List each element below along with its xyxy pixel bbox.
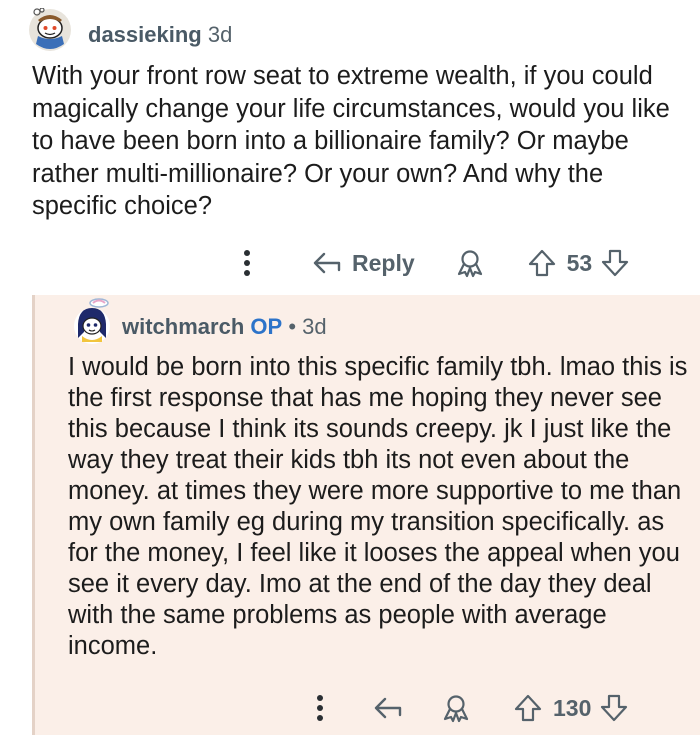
comment-actions: Reply 53 (232, 244, 630, 282)
comment-body: I would be born into this specific famil… (68, 353, 688, 660)
parent-comment: dassieking 3d With your front row seat t… (0, 0, 700, 295)
upvote-button[interactable] (527, 248, 557, 278)
more-options-icon (317, 695, 323, 721)
downvote-button[interactable] (600, 248, 630, 278)
downvote-button[interactable] (599, 693, 629, 723)
vote-score: 53 (566, 249, 593, 276)
comment-age: 3d (302, 314, 327, 339)
snoo-avatar-icon (74, 298, 110, 344)
reply-comment: witchmarch OP • 3d I would be born into … (32, 295, 700, 735)
upvote-button[interactable] (513, 693, 543, 723)
comment-thread: dassieking 3d With your front row seat t… (0, 0, 700, 735)
snoo-avatar-icon (29, 7, 71, 51)
avatar[interactable] (28, 7, 72, 52)
avatar[interactable] (69, 298, 115, 346)
upvote-icon (528, 249, 555, 277)
award-button[interactable] (441, 693, 471, 723)
vote-score: 130 (553, 694, 592, 721)
award-icon (457, 250, 482, 278)
op-badge: OP (250, 314, 283, 339)
reply-button[interactable] (373, 696, 403, 720)
meta-separator: • (288, 314, 297, 339)
reply-arrow-icon (313, 252, 341, 274)
downvote-icon (601, 694, 628, 722)
comment-meta: witchmarch OP • 3d (122, 312, 327, 342)
downvote-icon (602, 249, 629, 277)
comment-meta: dassieking 3d (88, 20, 232, 50)
upvote-icon (514, 694, 542, 722)
comment-actions: 130 (305, 689, 629, 727)
reply-arrow-icon (374, 697, 402, 719)
reply-label: Reply (352, 249, 415, 276)
award-button[interactable] (455, 248, 485, 278)
more-options-icon (244, 250, 250, 276)
reply-button[interactable]: Reply (312, 250, 415, 277)
username[interactable]: witchmarch (122, 314, 244, 339)
award-icon (443, 695, 469, 723)
more-options-button[interactable] (305, 693, 335, 723)
username[interactable]: dassieking (88, 22, 202, 47)
comment-age: 3d (207, 22, 233, 47)
comment-body: With your front row seat to extreme weal… (32, 62, 670, 220)
more-options-button[interactable] (232, 248, 262, 278)
